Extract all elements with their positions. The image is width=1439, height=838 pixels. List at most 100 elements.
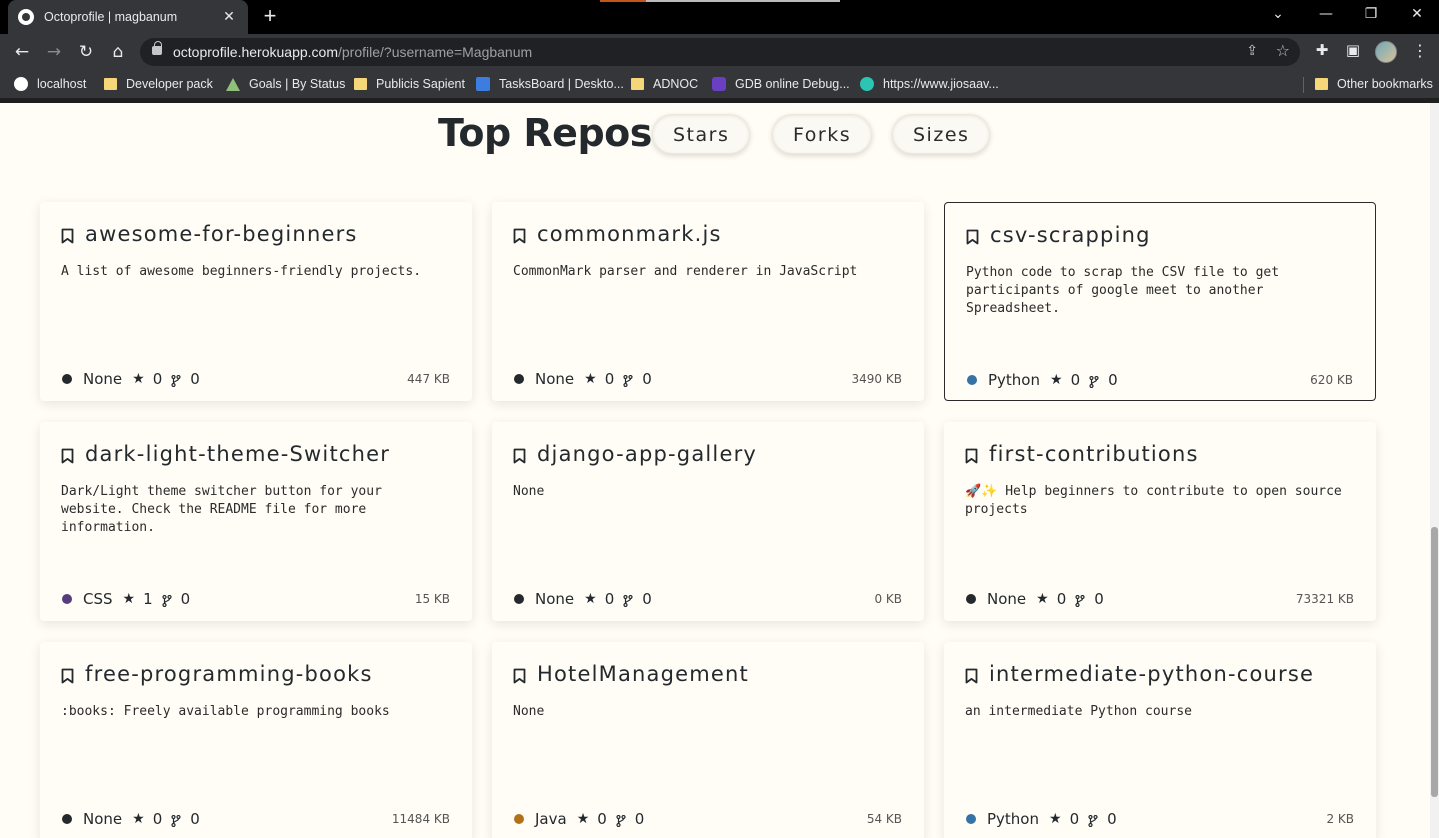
minimize-icon[interactable]: —	[1316, 6, 1336, 22]
extensions-icon[interactable]: ✚	[1311, 41, 1333, 59]
bookmark-item[interactable]: Developer pack	[104, 76, 213, 92]
language-color-dot	[967, 375, 977, 385]
tasksboard-icon	[476, 77, 490, 91]
repo-name[interactable]: django-app-gallery	[537, 442, 757, 466]
repo-stats: None ★ 0 0	[62, 370, 200, 388]
repo-name[interactable]: free-programming-books	[85, 662, 373, 686]
star-icon: ★	[122, 591, 136, 607]
browser-tab[interactable]: Octoprofile | magbanum ✕	[8, 0, 248, 34]
page-content: Top Repos Stars Forks Sizes awesome-for-…	[0, 103, 1439, 838]
repo-description: None	[513, 704, 545, 719]
scrollbar-thumb[interactable]	[1431, 527, 1438, 797]
back-icon[interactable]: ←	[11, 41, 33, 63]
reload-icon[interactable]: ↻	[75, 41, 97, 63]
repo-stats: Python ★ 0 0	[967, 371, 1118, 389]
share-icon[interactable]: ⇪	[1246, 43, 1258, 59]
repo-size: 447 KB	[407, 372, 450, 386]
repo-card[interactable]: awesome-for-beginners A list of awesome b…	[40, 202, 472, 401]
folder-icon	[631, 78, 644, 90]
other-bookmarks[interactable]: Other bookmarks	[1315, 76, 1433, 92]
star-icon: ★	[132, 371, 145, 387]
repo-size: 54 KB	[866, 812, 902, 826]
repo-name[interactable]: first-contributions	[989, 442, 1199, 466]
sort-sizes-button[interactable]: Sizes	[892, 114, 991, 154]
fork-icon	[1089, 374, 1099, 389]
repo-description: Python code to scrap the CSV file to get…	[966, 265, 1280, 316]
repo-name[interactable]: commonmark.js	[537, 222, 722, 246]
repo-card[interactable]: csv-scrapping Python code to scrap the CS…	[944, 202, 1376, 401]
address-bar[interactable]: octoprofile.herokuapp.com/profile/?usern…	[140, 38, 1300, 66]
bookmark-item[interactable]: ADNOC	[631, 76, 698, 92]
url-text[interactable]: octoprofile.herokuapp.com/profile/?usern…	[173, 44, 532, 60]
repo-name[interactable]: csv-scrapping	[990, 223, 1151, 247]
bookmark-item[interactable]: GDB online Debug...	[712, 76, 850, 92]
repo-stars: 0	[604, 370, 615, 388]
repo-forks: 0	[634, 810, 645, 828]
repo-stars: 0	[597, 810, 607, 828]
repo-card[interactable]: commonmark.js CommonMark parser and rende…	[492, 202, 924, 401]
repo-forks: 0	[190, 370, 200, 388]
side-panel-icon[interactable]: ▣	[1342, 41, 1364, 59]
repo-card[interactable]: intermediate-python-course an intermediat…	[944, 642, 1376, 838]
gdb-icon	[712, 77, 726, 91]
fork-icon	[171, 373, 181, 388]
folder-icon	[354, 78, 367, 90]
bookmark-item[interactable]: Publicis Sapient	[354, 76, 465, 92]
forward-icon[interactable]: →	[43, 41, 65, 63]
bookmark-item[interactable]: https://www.jiosaav...	[860, 76, 999, 92]
repo-card[interactable]: HotelManagement None Java ★ 0 0 54 KB	[492, 642, 924, 838]
repo-name[interactable]: intermediate-python-course	[989, 662, 1314, 686]
repo-name[interactable]: awesome-for-beginners	[85, 222, 358, 246]
close-window-icon[interactable]: ✕	[1407, 6, 1427, 22]
bookmark-icon	[513, 448, 526, 464]
url-path: /profile/?username=Magbanum	[338, 44, 533, 60]
restore-icon[interactable]: ❐	[1361, 6, 1381, 22]
star-icon: ★	[584, 591, 597, 607]
star-icon: ★	[132, 811, 145, 827]
repo-card[interactable]: django-app-gallery None None ★ 0 0 0 KB	[492, 422, 924, 621]
bookmark-label: GDB online Debug...	[735, 77, 850, 91]
bookmark-item[interactable]: Goals | By Status	[226, 76, 345, 92]
folder-icon	[104, 78, 117, 90]
menu-icon[interactable]: ⋮	[1412, 41, 1428, 60]
bookmark-icon	[513, 228, 526, 244]
bookmark-icon	[513, 668, 526, 684]
repo-size: 15 KB	[414, 592, 450, 606]
bookmark-item[interactable]: localhost	[14, 76, 86, 92]
folder-icon	[1315, 78, 1328, 90]
bookmark-item[interactable]: TasksBoard | Deskto...	[476, 76, 624, 92]
language-color-dot	[514, 594, 524, 604]
repo-forks: 0	[642, 370, 652, 388]
tab-title: Octoprofile | magbanum	[44, 10, 178, 24]
repo-name[interactable]: HotelManagement	[537, 662, 749, 686]
fork-icon	[1088, 813, 1098, 828]
profile-avatar[interactable]	[1375, 41, 1397, 63]
bookmark-icon	[61, 228, 74, 244]
bookmark-label: Developer pack	[126, 77, 213, 91]
bookmark-star-icon[interactable]: ☆	[1276, 41, 1290, 60]
bookmark-label: localhost	[37, 77, 87, 91]
repo-name[interactable]: dark-light-theme-Switcher	[85, 442, 390, 466]
repo-card[interactable]: dark-light-theme-Switcher Dark/Light them…	[40, 422, 472, 621]
language-color-dot	[966, 814, 976, 824]
sort-stars-button[interactable]: Stars	[652, 114, 751, 154]
repo-stars: 0	[1069, 810, 1080, 828]
repo-forks: 0	[180, 590, 191, 608]
repo-stats: None ★ 0 0	[514, 370, 652, 388]
browser-titlebar: Octoprofile | magbanum ✕ + ⌄ — ❐ ✕	[0, 0, 1439, 34]
lock-icon[interactable]	[152, 41, 162, 55]
bookmark-icon	[965, 448, 978, 464]
tab-close-icon[interactable]: ✕	[220, 9, 238, 25]
repo-description: A list of awesome beginners-friendly pro…	[61, 264, 422, 279]
new-tab-button[interactable]: +	[258, 4, 282, 28]
fork-icon	[623, 373, 633, 388]
repo-card[interactable]: free-programming-books:books: Freely ava…	[40, 642, 472, 838]
repo-forks: 0	[642, 590, 652, 608]
repo-size: 2 KB	[1326, 812, 1354, 826]
star-icon: ★	[1049, 811, 1062, 827]
fork-icon	[623, 593, 633, 608]
sort-forks-button[interactable]: Forks	[772, 114, 873, 154]
tab-search-icon[interactable]: ⌄	[1268, 6, 1288, 22]
repo-card[interactable]: first-contributions 🚀✨ Help beginners to …	[944, 422, 1376, 621]
home-icon[interactable]: ⌂	[107, 41, 129, 63]
